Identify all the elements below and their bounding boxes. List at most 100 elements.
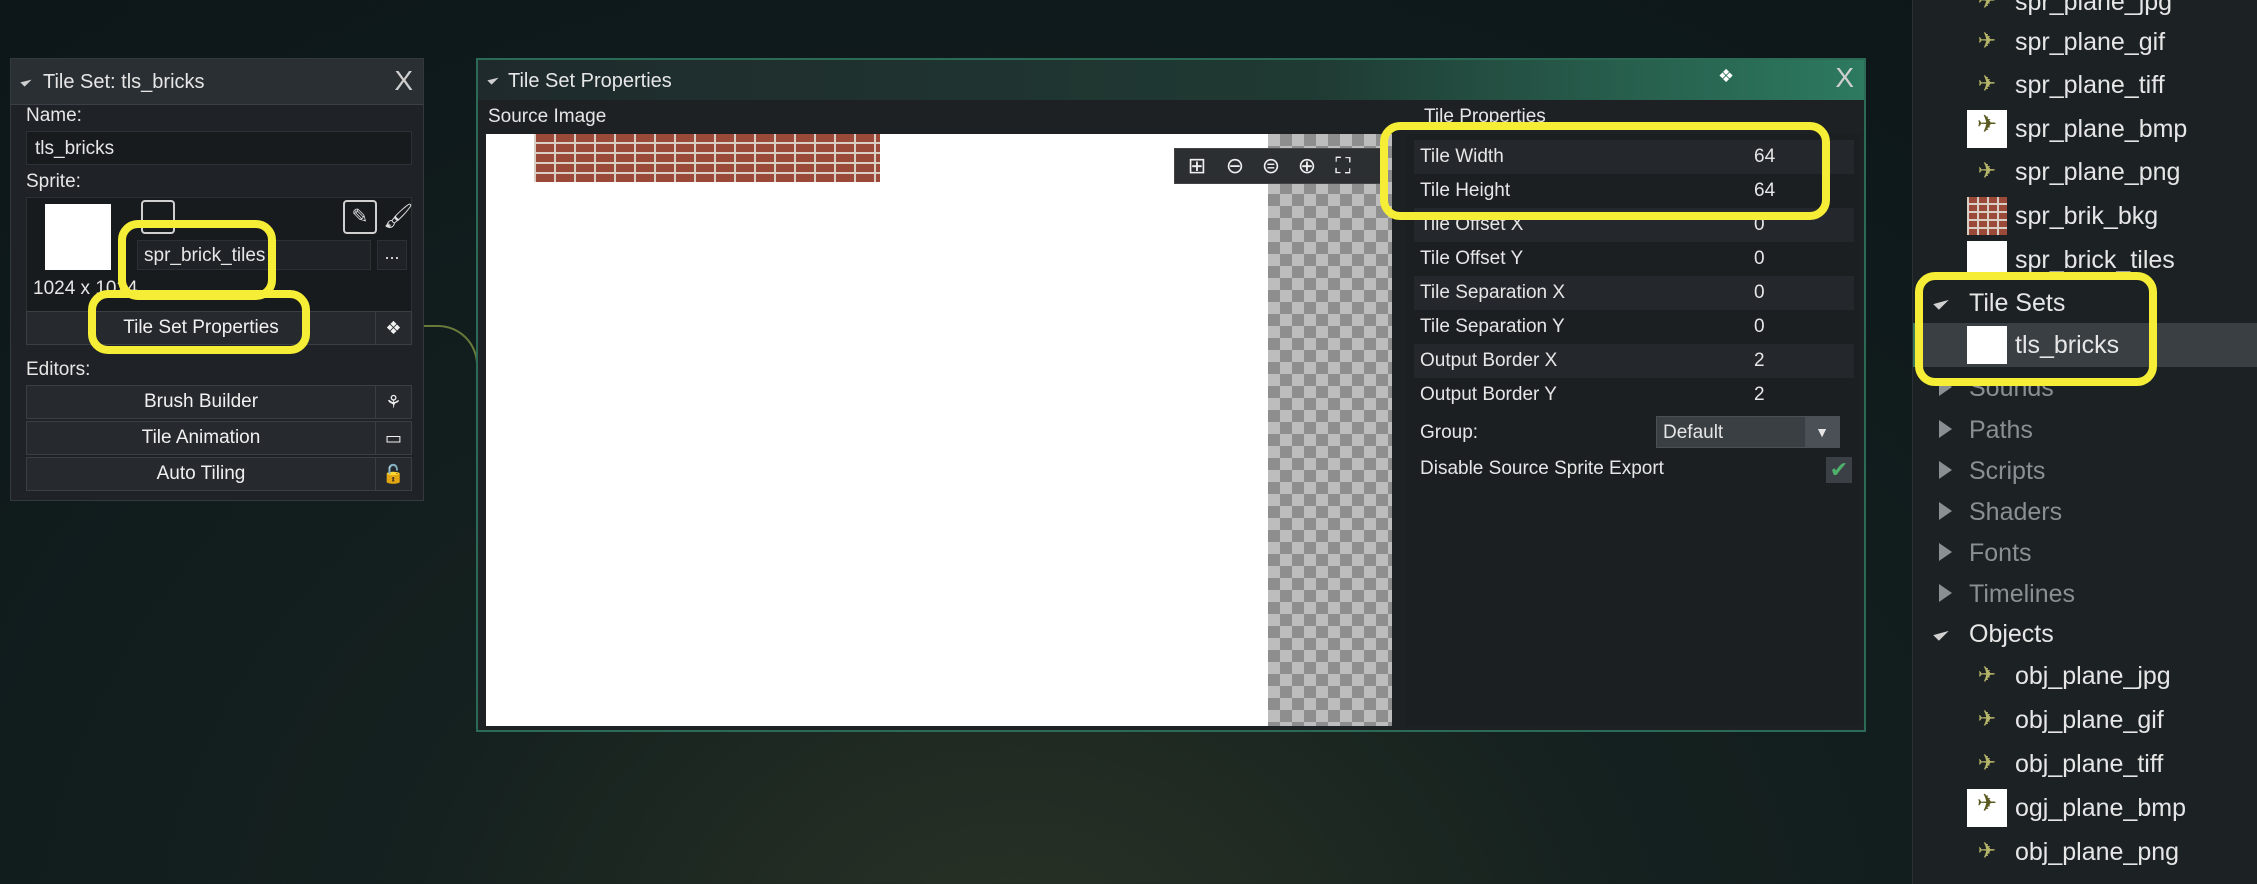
collapsed-triangle-icon[interactable] <box>1939 502 1952 520</box>
tile-set-properties-icon[interactable]: ❖ <box>375 311 412 345</box>
prop-value[interactable]: 0 <box>1754 282 1765 304</box>
tree-item-label: obj_plane_gif <box>2015 706 2164 734</box>
tile-set-properties-button[interactable]: Tile Set Properties <box>26 311 376 345</box>
tree-group-label: Objects <box>1969 620 2054 648</box>
brush-builder-button[interactable]: Brush Builder <box>26 385 376 419</box>
tree-item-spr-brick-tiles[interactable]: spr_brick_tiles <box>1913 238 2257 282</box>
prop-row-tile-offset-y[interactable]: Tile Offset Y 0 <box>1414 242 1854 276</box>
prop-row-tile-width[interactable]: Tile Width 64 <box>1414 140 1854 174</box>
sprite-thumbnail[interactable] <box>45 204 111 270</box>
tree-group-tile-sets[interactable]: Tile Sets <box>1913 281 2257 325</box>
tree-group-label: Fonts <box>1969 539 2032 567</box>
sprite-dimensions: 1024 x 1024 <box>33 278 138 299</box>
tile-properties-label: Tile Properties <box>1424 106 1546 127</box>
paint-icon[interactable]: ✎ <box>343 200 377 234</box>
plane-thumb-icon: ✈ <box>1967 110 2007 148</box>
tree-group-paths[interactable]: Paths <box>1913 408 2257 452</box>
prop-key: Output Border X <box>1420 350 1558 371</box>
name-field[interactable]: tls_bricks <box>26 131 412 165</box>
brush-icon[interactable]: 🖌 <box>383 200 413 234</box>
tree-item-label: obj_plane_jpg <box>2015 662 2171 690</box>
prop-row-tile-height[interactable]: Tile Height 64 <box>1414 174 1854 208</box>
white-thumb-icon <box>1967 326 2007 364</box>
prop-value[interactable]: 0 <box>1754 248 1765 270</box>
tree-item-spr-plane-tiff[interactable]: ✈ spr_plane_tiff <box>1913 63 2257 107</box>
collapsed-triangle-icon[interactable] <box>1939 543 1952 561</box>
canvas-toolbar: ⊞ ⊖ ⊜ ⊕ ⛶ <box>1174 148 1386 184</box>
zoom-reset-icon[interactable]: ⊜ <box>1255 151 1287 181</box>
zoom-out-icon[interactable]: ⊖ <box>1219 151 1251 181</box>
edit-image-icon[interactable] <box>141 200 175 234</box>
disable-export-checkbox[interactable]: ✔ <box>1826 457 1852 483</box>
expanded-triangle-icon[interactable] <box>1933 625 1949 641</box>
tile-properties-panel: Tile Width 64 Tile Height 64 Tile Offset… <box>1406 134 1860 726</box>
prop-value[interactable]: 64 <box>1754 180 1775 202</box>
chevron-down-icon[interactable]: ▼ <box>1805 417 1839 447</box>
collapsed-triangle-icon[interactable] <box>1939 378 1952 396</box>
tree-item-ogj-plane-bmp[interactable]: ✈ ogj_plane_bmp <box>1913 786 2257 830</box>
tree-item-label: obj_plane_tiff <box>2015 750 2164 778</box>
source-image-canvas[interactable] <box>486 134 1276 726</box>
prop-value[interactable]: 2 <box>1754 384 1765 406</box>
tree-item-obj-plane-png[interactable]: ✈ obj_plane_png <box>1913 830 2257 874</box>
sprite-select[interactable]: spr_brick_tiles <box>137 240 371 270</box>
brick-thumb-icon <box>1967 197 2007 235</box>
tileset-panel-close-button[interactable]: X <box>394 65 413 97</box>
tree-group-scripts[interactable]: Scripts <box>1913 449 2257 493</box>
collapsed-triangle-icon[interactable] <box>1939 420 1952 438</box>
prop-row-output-border-x[interactable]: Output Border X 2 <box>1414 344 1854 378</box>
fullscreen-icon[interactable]: ⛶ <box>1327 151 1359 181</box>
connector-line <box>424 325 478 395</box>
expanded-triangle-icon[interactable] <box>1933 294 1949 310</box>
window-collapse-icon[interactable] <box>487 73 499 85</box>
tile-animation-button[interactable]: Tile Animation <box>26 421 376 455</box>
tree-item-spr-plane-gif[interactable]: ✈ spr_plane_gif <box>1913 20 2257 64</box>
tree-group-shaders[interactable]: Shaders <box>1913 490 2257 534</box>
collapsed-triangle-icon[interactable] <box>1939 584 1952 602</box>
prop-value[interactable]: 64 <box>1754 146 1775 168</box>
tree-group-sounds[interactable]: Sounds <box>1913 366 2257 410</box>
sprite-name: spr_brick_tiles <box>144 245 266 266</box>
prop-value[interactable]: 0 <box>1754 214 1765 236</box>
brick-tiles-image <box>534 134 880 182</box>
plane-icon: ✈ <box>1977 706 1997 731</box>
tileset-panel-titlebar[interactable]: Tile Set: tls_bricks X <box>11 59 423 105</box>
grid-icon[interactable]: ⊞ <box>1181 151 1213 181</box>
tree-item-spr-brik-bkg[interactable]: spr_brik_bkg <box>1913 194 2257 238</box>
tree-item-label: spr_brick_tiles <box>2015 246 2175 274</box>
collapse-triangle-icon[interactable] <box>20 75 32 87</box>
tree-item-obj-plane-tiff[interactable]: ✈ obj_plane_tiff <box>1913 742 2257 786</box>
prop-row-tile-separation-y[interactable]: Tile Separation Y 0 <box>1414 310 1854 344</box>
auto-tiling-icon[interactable]: 🔓 <box>375 457 412 491</box>
tree-group-fonts[interactable]: Fonts <box>1913 531 2257 575</box>
tree-item-obj-plane-gif[interactable]: ✈ obj_plane_gif <box>1913 698 2257 742</box>
brush-builder-icon[interactable]: ⚘ <box>375 385 412 419</box>
prop-row-output-border-y[interactable]: Output Border Y 2 <box>1414 378 1854 412</box>
window-titlebar[interactable]: Tile Set Properties ❖ X <box>478 60 1864 100</box>
prop-value[interactable]: 2 <box>1754 350 1765 372</box>
tile-animation-icon[interactable]: ▭ <box>375 421 412 455</box>
prop-key: Tile Width <box>1420 146 1504 167</box>
tree-item-label: spr_plane_tiff <box>2015 71 2165 99</box>
prop-key: Output Border Y <box>1420 384 1557 405</box>
transparency-checkerboard <box>1268 134 1392 726</box>
tree-item-tls-bricks[interactable]: tls_bricks <box>1913 323 2257 367</box>
tree-group-objects[interactable]: Objects <box>1913 612 2257 656</box>
auto-tiling-button[interactable]: Auto Tiling <box>26 457 376 491</box>
plane-icon: ✈ <box>1977 0 1997 13</box>
tree-item-spr-plane-bmp[interactable]: ✈ spr_plane_bmp <box>1913 107 2257 151</box>
sprite-more-button[interactable]: ... <box>377 240 407 270</box>
window-dock-icon[interactable]: ❖ <box>1718 66 1734 87</box>
tree-item-spr-plane-png[interactable]: ✈ spr_plane_png <box>1913 150 2257 194</box>
tree-group-timelines[interactable]: Timelines <box>1913 572 2257 616</box>
prop-value[interactable]: 0 <box>1754 316 1765 338</box>
group-select[interactable]: Default ▼ <box>1656 416 1840 448</box>
group-value: Default <box>1663 422 1724 443</box>
prop-key: Tile Height <box>1420 180 1511 201</box>
prop-row-tile-separation-x[interactable]: Tile Separation X 0 <box>1414 276 1854 310</box>
tree-item-obj-plane-jpg[interactable]: ✈ obj_plane_jpg <box>1913 654 2257 698</box>
prop-row-tile-offset-x[interactable]: Tile Offset X 0 <box>1414 208 1854 242</box>
window-close-button[interactable]: X <box>1835 62 1854 94</box>
collapsed-triangle-icon[interactable] <box>1939 461 1952 479</box>
zoom-in-icon[interactable]: ⊕ <box>1291 151 1323 181</box>
